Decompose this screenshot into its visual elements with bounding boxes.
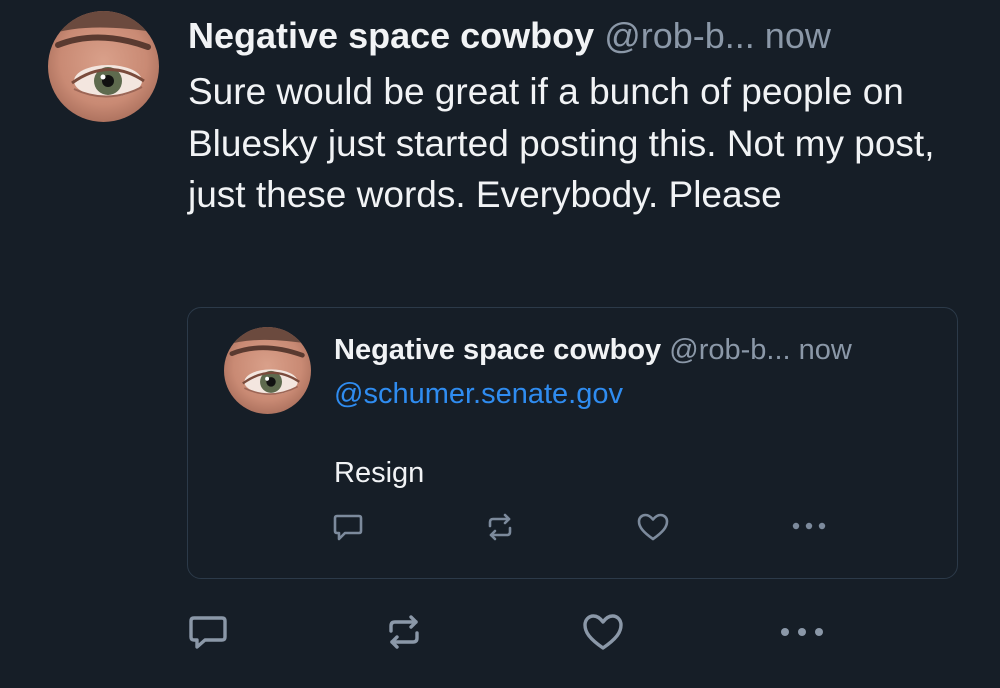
post-time[interactable]: now	[765, 15, 831, 56]
quoted-post[interactable]: Negative space cowboy @rob-b... now @sch…	[187, 307, 958, 579]
author-avatar[interactable]	[48, 11, 159, 122]
reply-icon[interactable]	[186, 611, 230, 653]
quoted-post-text: Resign	[334, 457, 425, 489]
post-body: Negative space cowboy @rob-b... now Sure…	[188, 10, 978, 221]
quoted-author-handle: @rob-b...	[669, 334, 791, 366]
repost-icon[interactable]	[382, 610, 426, 654]
author-name[interactable]: Negative space cowboy	[188, 15, 594, 56]
quoted-author-avatar	[224, 327, 311, 414]
post-text: Sure would be great if a bunch of people…	[188, 71, 935, 215]
quoted-more-icon	[789, 514, 829, 538]
quoted-repost-icon	[482, 510, 518, 544]
quoted-reply-icon	[330, 511, 366, 543]
quoted-like-icon	[635, 510, 671, 544]
quoted-post-header: Negative space cowboy @rob-b... now	[334, 330, 852, 370]
mention-link[interactable]: @schumer.senate.gov	[334, 374, 623, 414]
quoted-author-name: Negative space cowboy	[334, 334, 662, 366]
like-icon[interactable]	[580, 610, 626, 654]
more-icon[interactable]	[776, 618, 828, 646]
author-handle[interactable]: @rob-b...	[604, 15, 755, 56]
post-header: Negative space cowboy @rob-b... now	[188, 10, 978, 62]
post[interactable]: Negative space cowboy @rob-b... now Sure…	[0, 0, 1000, 688]
quoted-post-time: now	[798, 334, 852, 366]
